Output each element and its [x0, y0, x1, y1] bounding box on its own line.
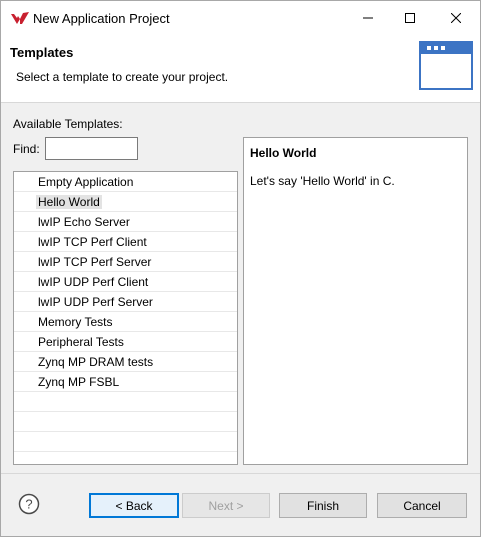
page-title: Templates	[10, 45, 74, 60]
list-item-label: Peripheral Tests	[38, 335, 124, 349]
back-button[interactable]: < Back	[89, 493, 179, 518]
description-title: Hello World	[250, 146, 317, 160]
list-item-label: Zynq MP DRAM tests	[38, 355, 154, 369]
close-button[interactable]	[434, 1, 478, 35]
list-item-label: lwIP TCP Perf Client	[38, 235, 147, 249]
empty-list-row	[14, 432, 237, 452]
title-bar: New Application Project	[1, 1, 480, 35]
list-item-label: Empty Application	[38, 175, 134, 189]
list-item-selected[interactable]: Hello World	[14, 192, 237, 212]
empty-list-row	[14, 412, 237, 432]
list-item[interactable]: Empty Application	[14, 172, 237, 192]
finish-button[interactable]: Finish	[279, 493, 367, 518]
list-item[interactable]: Peripheral Tests	[14, 332, 237, 352]
find-input[interactable]	[45, 137, 138, 160]
template-list[interactable]: Empty Application Hello World lwIP Echo …	[13, 171, 238, 465]
list-item[interactable]: lwIP UDP Perf Server	[14, 292, 237, 312]
list-item[interactable]: lwIP Echo Server	[14, 212, 237, 232]
available-templates-label: Available Templates:	[13, 117, 123, 131]
page-description: Select a template to create your project…	[16, 70, 229, 84]
list-item[interactable]: Zynq MP FSBL	[14, 372, 237, 392]
list-item[interactable]: Memory Tests	[14, 312, 237, 332]
wizard-header: Templates Select a template to create yo…	[1, 35, 480, 103]
svg-text:?: ?	[25, 497, 32, 512]
cancel-button[interactable]: Cancel	[377, 493, 467, 518]
list-item-label: lwIP UDP Perf Client	[38, 275, 149, 289]
template-description-panel: Hello World Let's say 'Hello World' in C…	[243, 137, 468, 465]
list-item[interactable]: lwIP TCP Perf Server	[14, 252, 237, 272]
minimize-button[interactable]	[346, 1, 390, 35]
list-item-label: lwIP TCP Perf Server	[38, 255, 152, 269]
find-label: Find:	[13, 142, 40, 156]
wizard-window-icon	[419, 41, 473, 90]
window-title: New Application Project	[33, 11, 170, 26]
footer-divider	[1, 473, 480, 474]
next-button[interactable]: Next >	[182, 493, 270, 518]
xilinx-logo-icon	[11, 12, 29, 24]
description-text: Let's say 'Hello World' in C.	[250, 174, 395, 188]
list-item[interactable]: lwIP TCP Perf Client	[14, 232, 237, 252]
list-item[interactable]: Zynq MP DRAM tests	[14, 352, 237, 372]
list-item-label: Zynq MP FSBL	[38, 375, 120, 389]
close-icon	[451, 13, 461, 23]
help-icon[interactable]: ?	[18, 493, 40, 515]
list-item-label: lwIP UDP Perf Server	[38, 295, 153, 309]
empty-list-row	[14, 392, 237, 412]
minimize-icon	[363, 17, 373, 19]
list-item-label: Hello World	[36, 195, 102, 209]
list-item-label: Memory Tests	[38, 315, 113, 329]
maximize-icon	[405, 13, 415, 23]
list-item[interactable]: lwIP UDP Perf Client	[14, 272, 237, 292]
dialog-window: New Application Project Templates Select…	[0, 0, 481, 537]
list-item-label: lwIP Echo Server	[38, 215, 130, 229]
maximize-button[interactable]	[388, 1, 432, 35]
